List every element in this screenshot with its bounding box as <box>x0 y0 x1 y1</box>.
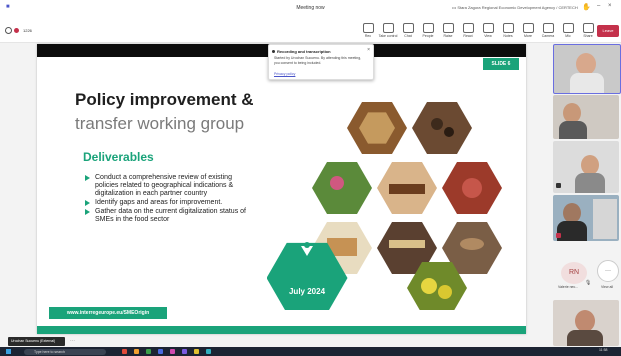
more-participants-button[interactable]: ··· <box>597 260 619 282</box>
share-button[interactable]: Share <box>578 23 598 41</box>
toolbar-button-label: Take control <box>378 34 398 38</box>
meeting-toolbar: 1226 Rec Take control Chat People Raise React… <box>0 20 621 43</box>
taskbar-app-icon[interactable] <box>194 349 199 354</box>
taskbar-app-icon[interactable] <box>122 349 127 354</box>
self-view-name-tag: Urochan Sucuenu (External) <box>8 337 65 346</box>
notes-icon <box>502 23 514 33</box>
taskbar-app-icon[interactable] <box>146 349 151 354</box>
participant-avatar[interactable]: RN <box>561 262 587 284</box>
raise-hand-icon <box>442 23 454 33</box>
view-all-link[interactable]: View all <box>601 285 613 289</box>
more-icon[interactable]: ⋯ <box>70 338 75 344</box>
notification-title: Recording and transcription <box>277 49 331 54</box>
taskbar-app-icon[interactable] <box>158 349 163 354</box>
taskbar-teams-icon[interactable] <box>182 349 187 354</box>
title-bar: ■ Meeting now ••• Stara Zagora Regional … <box>0 0 621 21</box>
deliverables-list: Conduct a comprehensive review of existi… <box>83 174 253 225</box>
info-icon[interactable] <box>5 27 12 34</box>
control-button[interactable]: Take control <box>378 23 398 41</box>
camera-button[interactable]: Camera <box>538 23 558 41</box>
share-icon <box>582 23 594 33</box>
hexagon-pastry-image <box>377 162 437 214</box>
participant-video-tile[interactable] <box>553 300 619 346</box>
notes-button[interactable]: Notes <box>498 23 518 41</box>
hexagon-bread-image <box>347 102 407 154</box>
record-button[interactable]: Rec <box>358 23 378 41</box>
shared-slide: SLIDE 6 Policy improvement & transfer wo… <box>37 44 526 334</box>
taskbar-app-icon[interactable] <box>134 349 139 354</box>
toolbar-button-label: Share <box>583 34 593 38</box>
participant-name: Valerie nec... <box>558 285 579 289</box>
slide-title: Policy improvement & <box>75 90 254 109</box>
taskbar-app-icon[interactable] <box>206 349 211 354</box>
mic-button[interactable]: Mic <box>558 23 578 41</box>
react-button[interactable]: React <box>458 23 478 41</box>
participant-video-tile[interactable] <box>553 141 619 193</box>
more-button[interactable]: More <box>518 23 538 41</box>
list-item: Identify gaps and areas for improvement. <box>83 199 253 207</box>
taskbar-search-input[interactable]: Type here to search <box>24 349 106 355</box>
camera-icon <box>542 23 554 33</box>
taskbar-app-icon[interactable] <box>170 349 175 354</box>
hexagon-olives-image <box>412 102 472 154</box>
record-icon <box>362 23 374 33</box>
mic-icon <box>562 23 574 33</box>
privacy-policy-link[interactable]: Privacy policy <box>274 72 295 76</box>
deliverables-heading: Deliverables <box>83 150 154 164</box>
control-icon <box>382 23 394 33</box>
toolbar-button-label: React <box>463 34 473 38</box>
mic-off-icon <box>556 233 561 238</box>
taskbar-clock: 11:58 <box>599 348 608 352</box>
list-item: Conduct a comprehensive review of existi… <box>83 174 253 198</box>
participant-video-tile[interactable] <box>553 95 619 139</box>
toolbar-button-label: Rec <box>364 34 372 38</box>
chat-icon <box>402 23 414 33</box>
toolbar-button-label: Chat <box>404 34 412 38</box>
raise-hand-button[interactable]: Raise <box>438 23 458 41</box>
hexagon-flowers-image <box>312 162 372 214</box>
slide-subtitle: transfer working group <box>75 114 245 133</box>
slide-number-badge: SLIDE 6 <box>483 58 519 70</box>
view-button[interactable]: View <box>478 23 498 41</box>
people-button[interactable]: People <box>418 23 438 41</box>
toolbar-button-label: Notes <box>503 34 513 38</box>
meeting-timer: 1226 <box>23 28 32 33</box>
toolbar-button-label: People <box>422 34 434 38</box>
organization-label: ••• Stara Zagora Regional Economic Devel… <box>452 5 578 10</box>
people-icon <box>422 23 434 33</box>
toolbar-button-label: More <box>524 34 532 38</box>
toolbar-button-label: Mic <box>565 34 571 38</box>
participant-video-tile[interactable] <box>553 195 619 241</box>
react-icon <box>462 23 474 33</box>
mic-icon: 🎙 <box>585 280 592 286</box>
minimize-button[interactable]: – <box>597 3 600 9</box>
website-url: www.interregeurope.eu/SMEOrigin <box>49 307 167 319</box>
participant-video-tile[interactable] <box>553 44 621 94</box>
hand-icon[interactable]: ✋ <box>582 3 591 11</box>
list-item: Gather data on the current digitalizatio… <box>83 208 253 224</box>
record-dot-icon <box>272 50 275 53</box>
leave-button[interactable]: Leave <box>597 25 619 37</box>
slide-bottom-bar <box>37 326 526 334</box>
notification-body: Started by Urochan Sucuenu. By attending… <box>274 56 362 65</box>
recording-notification: Recording and transcription × Started by… <box>268 44 374 80</box>
record-indicator-icon <box>14 28 19 33</box>
mic-off-icon <box>556 183 561 188</box>
hexagon-sausage-image <box>442 162 502 214</box>
windows-start-icon[interactable] <box>6 349 11 354</box>
close-notification-button[interactable]: × <box>367 47 370 53</box>
date-badge-label: July 2024 <box>288 287 326 296</box>
more-icon <box>522 23 534 33</box>
toolbar-button-label: View <box>484 34 492 38</box>
toolbar-button-label: Raise <box>443 34 453 38</box>
close-window-button[interactable]: × <box>608 3 612 9</box>
chat-button[interactable]: Chat <box>398 23 418 41</box>
view-icon <box>482 23 494 33</box>
food-hexagon-collage <box>267 102 502 310</box>
toolbar-button-label: Camera <box>541 34 555 38</box>
